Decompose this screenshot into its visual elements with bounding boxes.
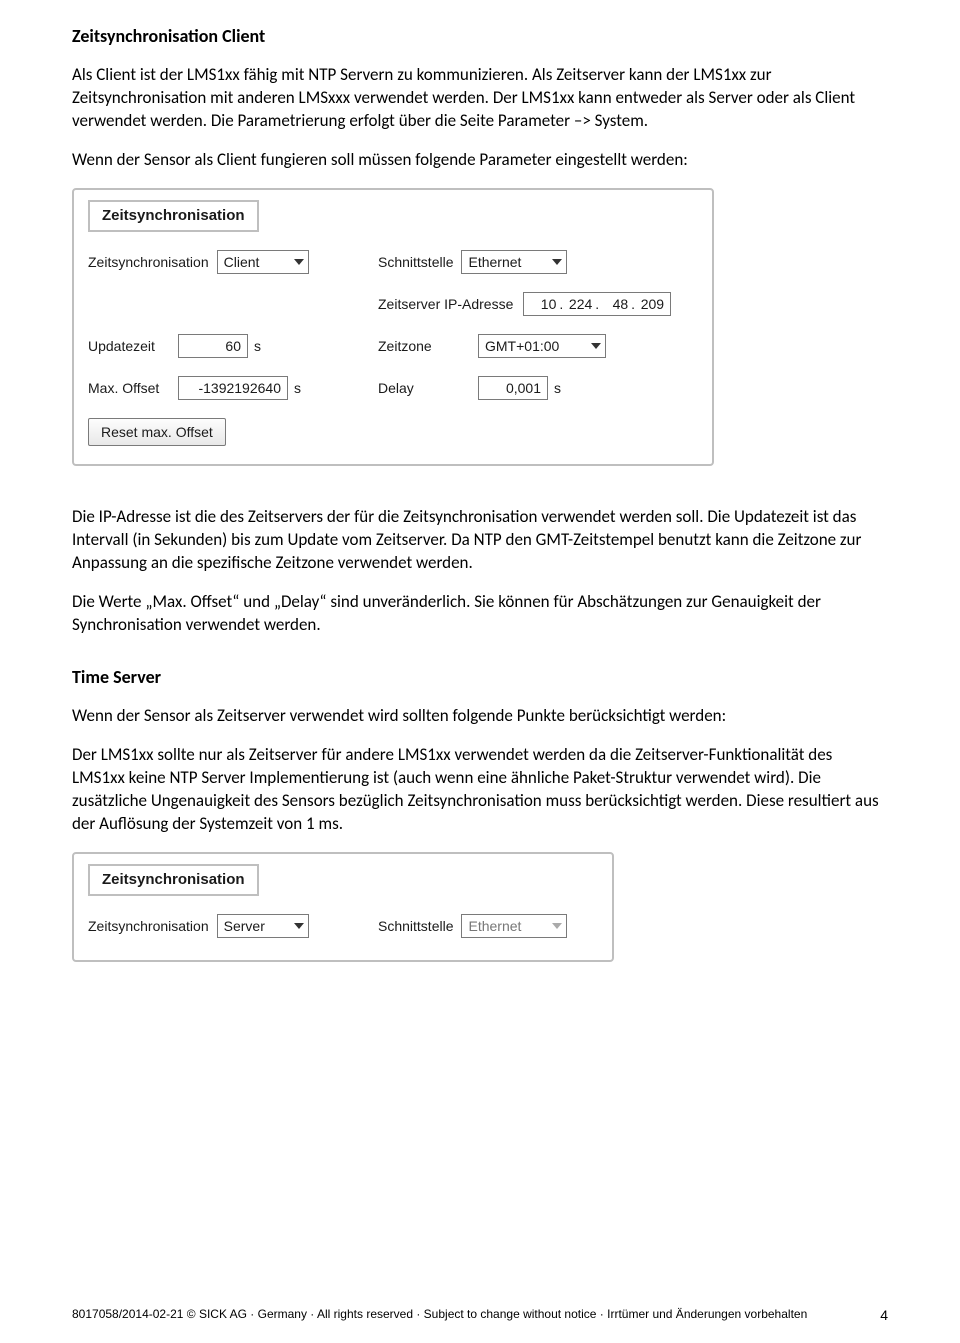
config-panel-server: Zeitsynchronisation Zeitsynchronisation … [72, 852, 614, 962]
zeitzone-select[interactable]: GMT+01:00 [478, 334, 606, 358]
schnittstelle-value: Ethernet [468, 253, 521, 272]
maxoffset-input[interactable]: -1392192640 [178, 376, 288, 400]
config-panel-client: Zeitsynchronisation Zeitsynchronisation … [72, 188, 714, 466]
schnittstelle-label: Schnittstelle [378, 917, 453, 936]
ip-octet-1: 10 [530, 295, 556, 314]
heading-time-server: Time Server [72, 665, 888, 689]
chevron-down-icon [552, 923, 562, 929]
footer-text: 8017058/2014-02-21 © SICK AG · Germany ·… [72, 1306, 807, 1325]
maxoffset-label: Max. Offset [88, 379, 178, 398]
paragraph: Als Client ist der LMS1xx fähig mit NTP … [72, 64, 888, 133]
zeitsync-select[interactable]: Server [217, 914, 309, 938]
chevron-down-icon [591, 343, 601, 349]
updatezeit-input[interactable]: 60 [178, 334, 248, 358]
chevron-down-icon [552, 259, 562, 265]
chevron-down-icon [294, 923, 304, 929]
unit-seconds: s [254, 337, 261, 356]
paragraph: Die IP-Adresse ist die des Zeitservers d… [72, 506, 888, 575]
paragraph: Wenn der Sensor als Client fungieren sol… [72, 149, 888, 172]
paragraph: Der LMS1xx sollte nur als Zeitserver für… [72, 744, 888, 836]
zeitsync-label: Zeitsynchronisation [88, 917, 209, 936]
page-footer: 8017058/2014-02-21 © SICK AG · Germany ·… [72, 1306, 888, 1325]
ip-input[interactable]: 10. 224. 48. 209 [523, 292, 671, 316]
paragraph: Die Werte „Max. Offset“ und „Delay“ sind… [72, 591, 888, 637]
page-number: 4 [880, 1306, 888, 1325]
ip-octet-2: 224 [566, 295, 592, 314]
heading-zeitsync-client: Zeitsynchronisation Client [72, 24, 888, 48]
delay-label: Delay [378, 379, 478, 398]
zeitsync-label: Zeitsynchronisation [88, 253, 209, 272]
updatezeit-label: Updatezeit [88, 337, 178, 356]
unit-seconds: s [554, 379, 561, 398]
ip-label: Zeitserver IP-Adresse [378, 295, 513, 314]
zeitzone-label: Zeitzone [378, 337, 478, 356]
chevron-down-icon [294, 259, 304, 265]
schnittstelle-value: Ethernet [468, 917, 521, 936]
schnittstelle-select-disabled: Ethernet [461, 914, 567, 938]
ip-octet-4: 209 [638, 295, 664, 314]
zeitsync-select[interactable]: Client [217, 250, 309, 274]
ip-octet-3: 48 [602, 295, 628, 314]
schnittstelle-select[interactable]: Ethernet [461, 250, 567, 274]
reset-max-offset-button[interactable]: Reset max. Offset [88, 418, 226, 446]
unit-seconds: s [294, 379, 301, 398]
zeitsync-value: Client [224, 253, 260, 272]
paragraph: Wenn der Sensor als Zeitserver verwendet… [72, 705, 888, 728]
panel-title: Zeitsynchronisation [88, 864, 259, 896]
schnittstelle-label: Schnittstelle [378, 253, 453, 272]
zeitzone-value: GMT+01:00 [485, 337, 559, 356]
delay-input[interactable]: 0,001 [478, 376, 548, 400]
panel-title: Zeitsynchronisation [88, 200, 259, 232]
zeitsync-value: Server [224, 917, 265, 936]
